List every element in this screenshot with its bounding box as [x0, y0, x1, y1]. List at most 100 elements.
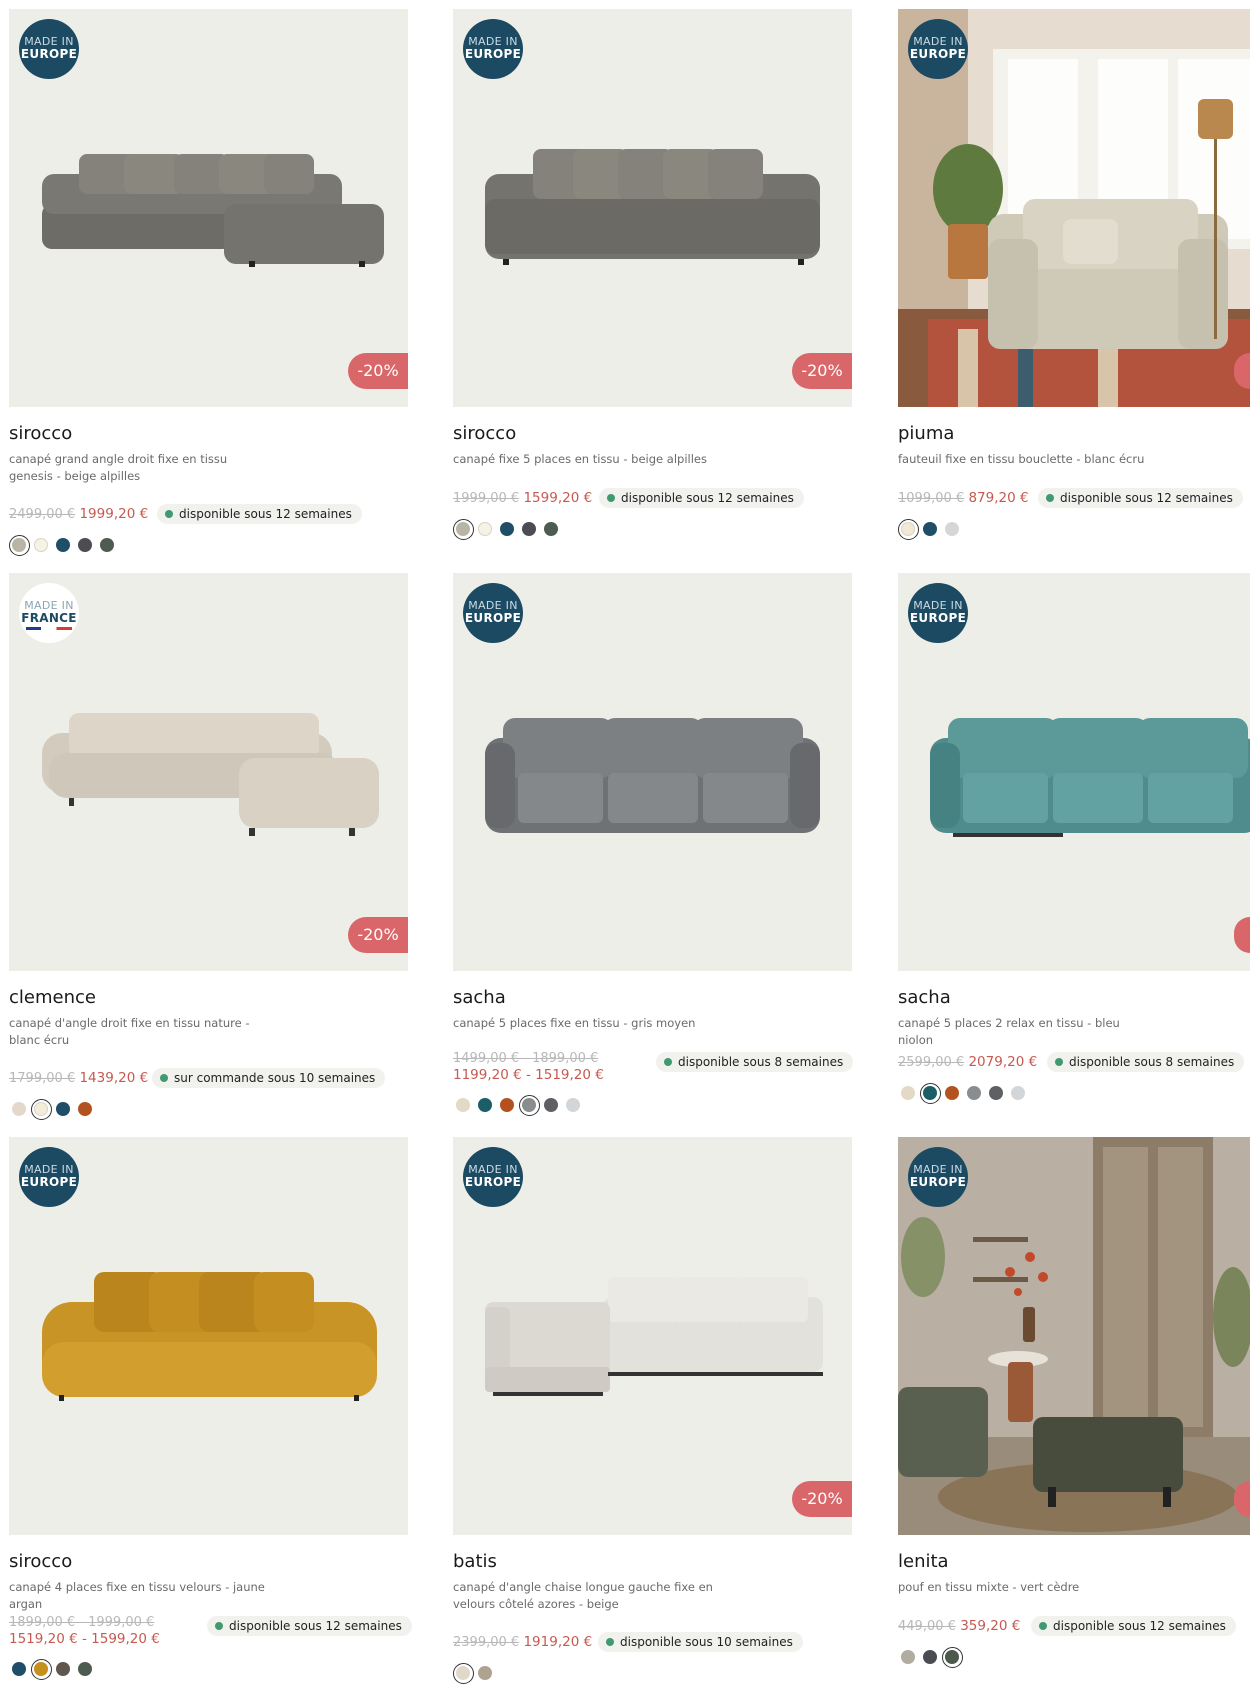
color-swatch[interactable]: [920, 1083, 941, 1104]
color-swatch[interactable]: [920, 519, 940, 539]
color-swatch[interactable]: [519, 1095, 540, 1116]
product-name[interactable]: sacha: [453, 987, 506, 1008]
badge-line2: EUROPE: [909, 47, 967, 61]
product-card[interactable]: MADE IN FRANCE -20% clemence canapé d'an…: [9, 573, 408, 1123]
product-description: canapé d'angle droit fixe en tissu natur…: [9, 1016, 250, 1047]
product-image[interactable]: MADE IN EUROPE: [9, 1137, 408, 1535]
swatch-color-dot: [78, 1662, 92, 1676]
new-price: 1999,20 €: [79, 506, 149, 522]
color-swatch[interactable]: [563, 1095, 583, 1115]
color-swatch[interactable]: [964, 1083, 984, 1103]
color-swatch[interactable]: [920, 1647, 940, 1667]
color-swatch[interactable]: [97, 535, 117, 555]
color-swatch[interactable]: [1008, 1083, 1028, 1103]
product-card[interactable]: MADE IN EUROPE -20% batis canapé d'angle…: [453, 1137, 852, 1687]
color-swatch[interactable]: [898, 1647, 918, 1667]
color-swatch[interactable]: [75, 1659, 95, 1679]
swatch-color-dot: [923, 1650, 937, 1664]
new-price: 879,20 €: [968, 490, 1029, 506]
color-swatch[interactable]: [497, 1095, 517, 1115]
color-swatch[interactable]: [475, 1663, 495, 1683]
color-swatch[interactable]: [453, 1663, 474, 1684]
color-swatch[interactable]: [9, 535, 30, 556]
color-swatch[interactable]: [519, 519, 539, 539]
swatch-color-dot: [56, 1662, 70, 1676]
availability-badge: disponible sous 8 semaines: [1047, 1052, 1245, 1072]
product-image[interactable]: MADE IN EUROPE: [453, 573, 852, 971]
color-swatch[interactable]: [453, 1095, 473, 1115]
product-image[interactable]: MADE IN EUROPE -20%: [453, 1137, 852, 1535]
color-swatch[interactable]: [75, 1099, 95, 1119]
product-name[interactable]: sirocco: [9, 1551, 72, 1572]
price-line: 449,00 € 359,20 €: [898, 1618, 1020, 1634]
product-name[interactable]: piuma: [898, 423, 954, 444]
product-name[interactable]: batis: [453, 1551, 497, 1572]
color-swatch[interactable]: [475, 519, 495, 539]
color-swatch[interactable]: [31, 1659, 52, 1680]
product-image[interactable]: MADE IN EUROPE -20%: [453, 9, 852, 407]
made-in-europe-badge: MADE IN EUROPE: [19, 1147, 79, 1207]
color-swatch[interactable]: [898, 1083, 918, 1103]
color-swatch[interactable]: [898, 519, 919, 540]
color-swatch[interactable]: [497, 519, 517, 539]
color-swatch[interactable]: [942, 519, 962, 539]
swatch-color-dot: [456, 1666, 470, 1680]
product-description: canapé 5 places 2 relax en tissu - bleu …: [898, 1016, 1120, 1047]
swatch-color-dot: [544, 522, 558, 536]
new-price: 359,20 €: [960, 1618, 1021, 1634]
color-swatch[interactable]: [75, 535, 95, 555]
badge-line2: EUROPE: [909, 611, 967, 625]
product-image[interactable]: MADE IN EUROPE: [898, 573, 1250, 971]
product-image[interactable]: MADE IN EUROPE: [898, 1137, 1250, 1535]
product-image[interactable]: MADE IN EUROPE: [898, 9, 1250, 407]
color-swatch[interactable]: [53, 1659, 73, 1679]
swatch-color-dot: [56, 1102, 70, 1116]
color-swatch[interactable]: [942, 1647, 963, 1668]
made-in-europe-badge: MADE IN EUROPE: [19, 19, 79, 79]
discount-badge: -20%: [792, 353, 852, 389]
color-swatch[interactable]: [541, 1095, 561, 1115]
made-in-europe-badge: MADE IN EUROPE: [908, 583, 968, 643]
product-image[interactable]: MADE IN FRANCE -20%: [9, 573, 408, 971]
swatch-color-dot: [34, 1102, 48, 1116]
product-card[interactable]: MADE IN EUROPE sirocco canapé 4 places f…: [9, 1137, 412, 1687]
product-card[interactable]: MADE IN EUROPE sacha canapé 5 places 2 r…: [898, 573, 1250, 1123]
swatch-color-dot: [34, 1662, 48, 1676]
product-card[interactable]: MADE IN EUROPE piuma fauteuil fixe en ti…: [898, 9, 1250, 559]
swatch-color-dot: [478, 1666, 492, 1680]
old-price: 2399,00 €: [453, 1635, 520, 1650]
product-name[interactable]: lenita: [898, 1551, 949, 1572]
color-swatch[interactable]: [53, 535, 73, 555]
price-line: 1799,00 € 1439,20 €: [9, 1070, 148, 1086]
product-name[interactable]: sirocco: [9, 423, 72, 444]
swatch-color-dot: [566, 1098, 580, 1112]
color-swatch[interactable]: [31, 535, 51, 555]
product-card[interactable]: MADE IN EUROPE lenita pouf en tissu mixt…: [898, 1137, 1250, 1687]
color-swatch[interactable]: [475, 1095, 495, 1115]
product-image[interactable]: MADE IN EUROPE -20%: [9, 9, 408, 407]
color-swatch[interactable]: [541, 519, 561, 539]
made-in-europe-badge: MADE IN EUROPE: [908, 1147, 968, 1207]
swatch-color-dot: [78, 538, 92, 552]
color-swatch[interactable]: [9, 1659, 29, 1679]
badge-line2: EUROPE: [909, 1175, 967, 1189]
color-swatch[interactable]: [986, 1083, 1006, 1103]
discount-badge: -20%: [348, 917, 408, 953]
availability-badge: disponible sous 12 semaines: [1031, 1616, 1236, 1636]
product-description: canapé 5 places fixe en tissu - gris moy…: [453, 1016, 696, 1030]
availability-badge: disponible sous 12 semaines: [157, 504, 362, 524]
color-swatch[interactable]: [942, 1083, 962, 1103]
made-in-europe-badge: MADE IN EUROPE: [908, 19, 968, 79]
product-name[interactable]: sacha: [898, 987, 951, 1008]
price-line: 1899,00 € - 1999,00 € 1519,20 € - 1599,2…: [9, 1614, 160, 1648]
product-name[interactable]: clemence: [9, 987, 96, 1008]
product-name[interactable]: sirocco: [453, 423, 516, 444]
color-swatch[interactable]: [31, 1099, 52, 1120]
product-card[interactable]: MADE IN EUROPE -20% sirocco canapé grand…: [9, 9, 408, 559]
color-swatch[interactable]: [53, 1099, 73, 1119]
product-card[interactable]: MADE IN EUROPE sacha canapé 5 places fix…: [453, 573, 854, 1123]
color-swatch[interactable]: [9, 1099, 29, 1119]
color-swatch[interactable]: [453, 519, 474, 540]
price-line: 2499,00 € 1999,20 €: [9, 506, 148, 522]
product-card[interactable]: MADE IN EUROPE -20% sirocco canapé fixe …: [453, 9, 852, 559]
